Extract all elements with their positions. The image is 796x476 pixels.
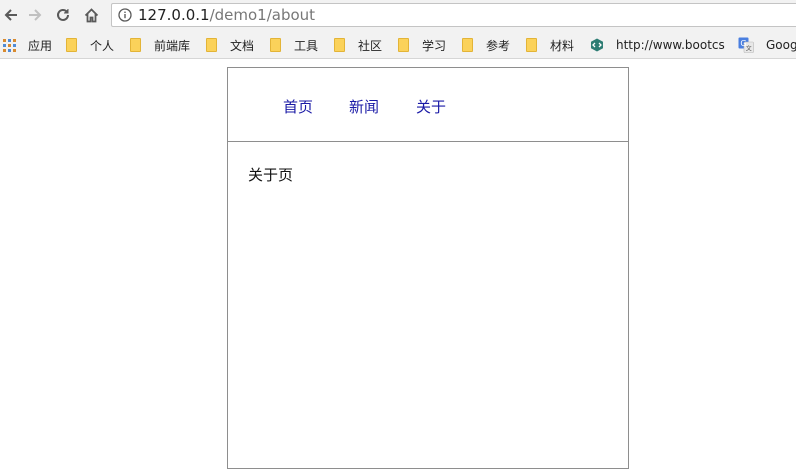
browser-toolbar: 127.0.0.1/demo1/about [0, 0, 796, 31]
bookmark-label: 工具 [294, 38, 319, 53]
bookmark-materials[interactable]: 材料 [526, 35, 574, 55]
bookmark-label: 学习 [422, 38, 447, 53]
back-arrow-icon [4, 9, 17, 21]
forward-arrow-icon [29, 9, 42, 21]
bookmark-label: http://www.bootcs [616, 38, 725, 52]
folder-icon [526, 38, 537, 52]
url-host: 127.0.0.1 [138, 6, 210, 24]
demo-nav: 首页 新闻 关于 [228, 68, 628, 142]
nav-link-about[interactable]: 关于 [416, 96, 446, 117]
folder-icon [270, 38, 281, 52]
page-content-text: 关于页 [248, 166, 294, 184]
bookmark-label: 材料 [550, 38, 575, 53]
bookmarks-bar: 应用 个人 前端库 文档 工具 社区 学习 参考 材料 http://www.b… [0, 31, 796, 59]
svg-text:文: 文 [746, 45, 752, 53]
bootcss-icon [590, 38, 604, 52]
bookmark-frontend-libs[interactable]: 前端库 [130, 35, 190, 55]
home-icon [84, 7, 98, 22]
folder-icon [334, 38, 345, 52]
bookmark-label: 文档 [230, 38, 255, 53]
nav-link-news[interactable]: 新闻 [349, 96, 379, 117]
bookmark-label: 社区 [358, 38, 383, 53]
folder-icon [398, 38, 409, 52]
demo-container: 首页 新闻 关于 关于页 [227, 67, 629, 469]
home-button[interactable] [80, 4, 102, 26]
url-path: /demo1/about [209, 6, 316, 24]
bookmark-label: 前端库 [154, 38, 191, 53]
reload-button[interactable] [52, 4, 74, 26]
address-bar[interactable]: 127.0.0.1/demo1/about [111, 3, 796, 27]
bookmark-apps[interactable]: 应用 [2, 35, 52, 55]
bookmark-label: 参考 [486, 38, 511, 53]
bookmark-google-translate[interactable]: G 文 Goog [738, 35, 796, 55]
folder-icon [66, 38, 77, 52]
bookmark-label: 个人 [90, 38, 115, 53]
forward-button[interactable] [24, 4, 46, 26]
bookmark-docs[interactable]: 文档 [206, 35, 254, 55]
bookmark-learning[interactable]: 学习 [398, 35, 446, 55]
bookmark-tools[interactable]: 工具 [270, 35, 318, 55]
folder-icon [130, 38, 141, 52]
apps-icon [2, 38, 16, 52]
google-translate-icon: G 文 [738, 37, 754, 53]
nav-link-home[interactable]: 首页 [283, 96, 313, 117]
bookmark-personal[interactable]: 个人 [66, 35, 114, 55]
folder-icon [206, 38, 217, 52]
info-icon[interactable] [118, 8, 132, 22]
bookmark-label: 应用 [28, 38, 53, 53]
back-button[interactable] [0, 4, 22, 26]
bookmark-reference[interactable]: 参考 [462, 35, 510, 55]
bookmark-community[interactable]: 社区 [334, 35, 382, 55]
reload-icon [57, 8, 69, 21]
bookmark-bootcss[interactable]: http://www.bootcs [590, 35, 726, 55]
folder-icon [462, 38, 473, 52]
bookmark-label: Goog [766, 38, 796, 52]
